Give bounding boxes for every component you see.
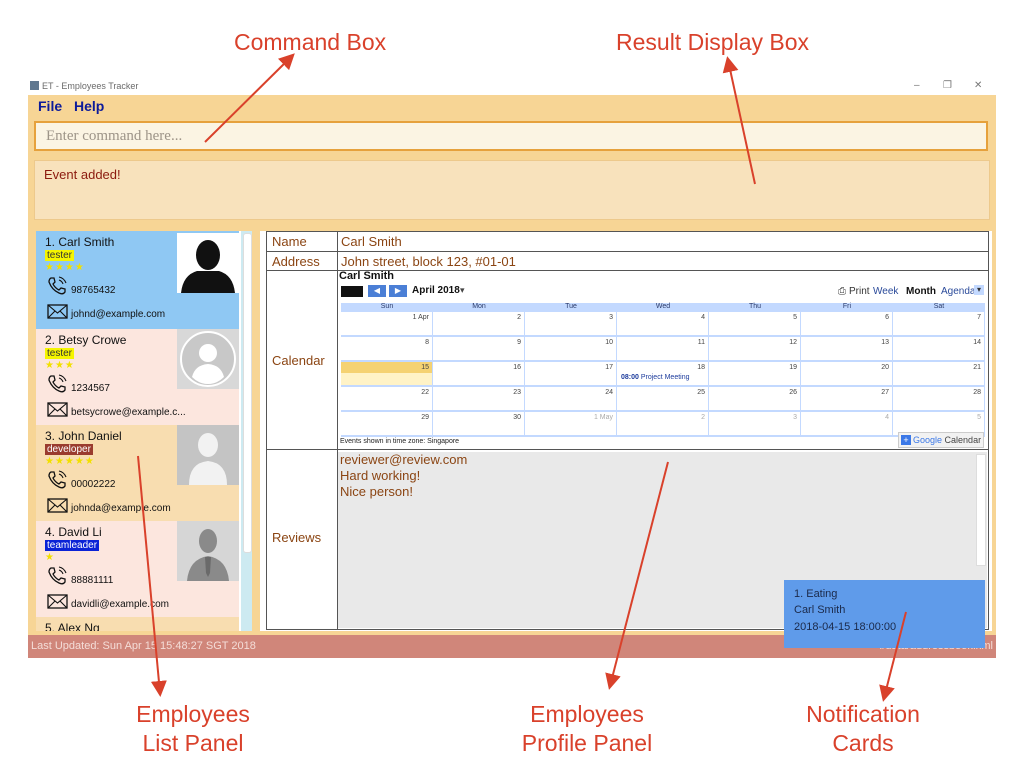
callout-arrows <box>137 53 907 702</box>
arrow-command-box <box>204 53 295 143</box>
arrow-profile-panel <box>605 461 669 690</box>
arrow-notification-cards <box>879 611 907 702</box>
arrow-result-display-box <box>722 56 756 185</box>
arrow-list-panel <box>137 455 167 697</box>
